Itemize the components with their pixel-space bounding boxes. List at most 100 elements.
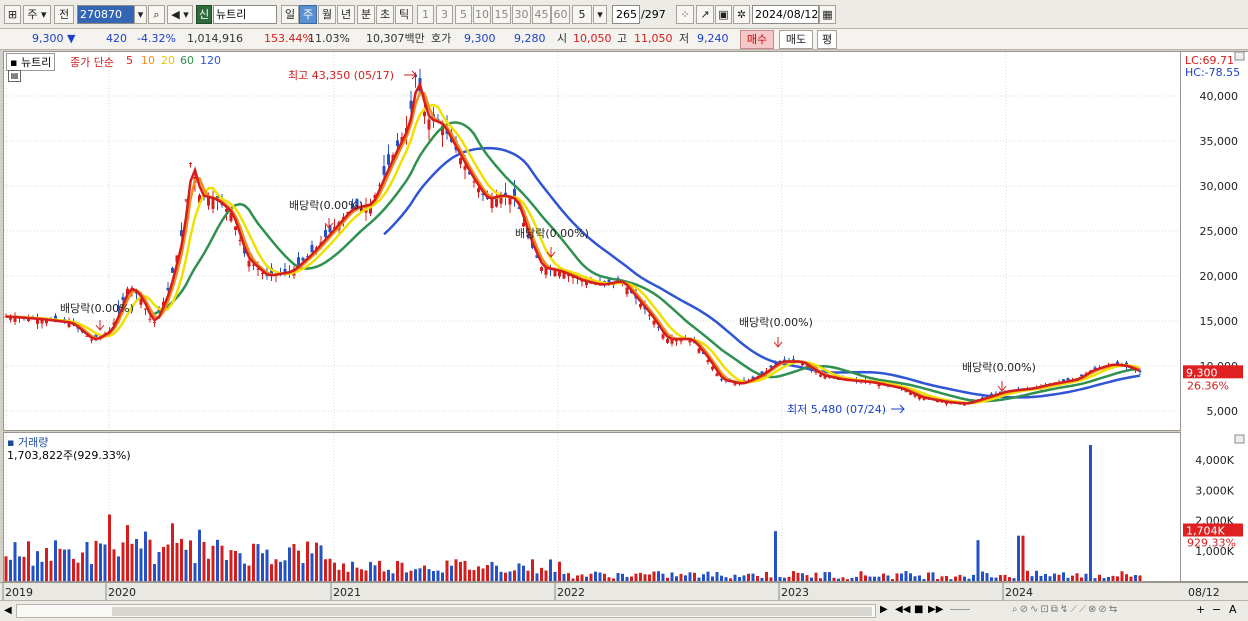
current-pct-tag-text: 26.36%	[1187, 379, 1229, 392]
volume-bar	[225, 559, 228, 581]
scrollbar-thumb[interactable]	[112, 607, 872, 616]
volume-bar	[819, 578, 822, 581]
count-select[interactable]: 5	[572, 5, 592, 24]
table-icon[interactable]: ▤	[8, 70, 21, 82]
volume-bar	[562, 573, 566, 581]
volume-bar	[810, 577, 813, 581]
date-field[interactable]: 2024/08/12	[752, 5, 819, 24]
volume-bar	[189, 540, 192, 581]
dividend-arrow-icon	[997, 381, 1007, 392]
candle-body	[427, 119, 431, 130]
scroll-left-icon[interactable]: ◀	[4, 605, 12, 616]
volume-bar	[778, 577, 782, 581]
volume-bar	[796, 572, 800, 581]
count-current-field[interactable]: 265	[612, 5, 640, 24]
high-annotation: 최고 43,350 (05/17)	[288, 69, 394, 82]
range-slider-icon[interactable]: ⎯⎯⎯⎯	[950, 604, 970, 615]
ma-legend-10: 10	[141, 54, 155, 67]
draw-tool-icon[interactable]: ↗	[696, 5, 714, 24]
code-dropdown-icon[interactable]: ▾	[134, 5, 147, 24]
stop-icon[interactable]: ■	[914, 604, 923, 615]
candle-body	[477, 188, 480, 193]
forward-icon[interactable]: ▶▶	[928, 604, 943, 615]
candle-body	[715, 373, 719, 377]
candle-body	[423, 111, 426, 117]
candle-body	[463, 166, 467, 170]
price-chart[interactable]: 최고 43,350 (05/17) 최저 5,480 (07/24) 배당락(0.0…	[4, 52, 1180, 430]
volume-bar	[783, 577, 786, 581]
eval-button[interactable]: 평	[817, 30, 837, 49]
settings-gear-icon[interactable]: ✲	[733, 5, 750, 24]
period-button-3[interactable]: 년	[337, 5, 355, 24]
buy-button[interactable]: 매수	[740, 30, 774, 49]
interval-button-60[interactable]: 60	[551, 5, 570, 24]
interval-button-1[interactable]: 1	[417, 5, 434, 24]
interval-button-3[interactable]: 3	[436, 5, 453, 24]
volume-bar	[414, 569, 417, 581]
play-icon[interactable]: ▶	[880, 604, 888, 615]
prev-button[interactable]: 전	[54, 5, 74, 24]
layout-icon[interactable]: ⊞	[4, 5, 21, 24]
compare-icon[interactable]: ⁘	[676, 5, 694, 24]
volume-bar	[1098, 574, 1101, 581]
auto-scale-icon[interactable]: A	[1229, 603, 1237, 616]
period-button-2[interactable]: 월	[318, 5, 336, 24]
volume-bar	[1138, 575, 1142, 581]
volume-bar	[495, 565, 498, 581]
search-icon[interactable]: ⌕	[148, 5, 165, 24]
draw-tools-icons[interactable]: ⌕⊘∿⊡⧉↯⟋⟋⊗⊘⇆	[1012, 604, 1119, 615]
period-button-1[interactable]: 주	[299, 5, 317, 24]
interval-button-45[interactable]: 45	[532, 5, 551, 24]
price-tick-label: 40,000	[1200, 90, 1239, 103]
volume-bar	[333, 562, 336, 581]
interval-button-30[interactable]: 30	[512, 5, 531, 24]
change-down-icon: ▼	[67, 32, 76, 45]
volume-bar	[720, 575, 723, 581]
price-tick-label: 20,000	[1200, 270, 1239, 283]
interval-button-10[interactable]: 10	[473, 5, 491, 24]
volume-bar	[490, 561, 494, 581]
volume-tick-label: 3,000K	[1195, 484, 1234, 497]
zoom-in-icon[interactable]: +	[1196, 603, 1205, 616]
current-volume-pct-text: 929.33%	[1187, 537, 1236, 550]
volume-bar	[967, 578, 971, 581]
volume-bar	[985, 573, 989, 581]
volume-bar	[9, 559, 12, 581]
interval-button-15[interactable]: 15	[492, 5, 511, 24]
zoom-out-icon[interactable]: −	[1212, 603, 1221, 616]
price-chart-pane[interactable]: 최고 43,350 (05/17) 최저 5,480 (07/24) 배당락(0.0…	[3, 51, 1181, 431]
save-icon[interactable]: ▣	[715, 5, 732, 24]
volume-bar	[841, 577, 845, 581]
horizontal-scrollbar[interactable]	[16, 604, 876, 618]
stock-name-field[interactable]: 뉴트리	[213, 5, 277, 24]
period-button-5[interactable]: 초	[376, 5, 394, 24]
calendar-icon[interactable]: ▦	[819, 5, 836, 24]
volume-chart[interactable]	[4, 433, 1180, 581]
volume-bar	[180, 538, 183, 581]
volume-bar	[621, 573, 624, 581]
type-select[interactable]: 주 ▾	[23, 5, 51, 24]
volume-chart-pane[interactable]: ▪ 거래량 1,703,822주(929.33%)	[3, 432, 1181, 582]
volume-bar	[837, 578, 840, 581]
ask-price-1: 9,300	[464, 32, 496, 45]
interval-button-5[interactable]: 5	[455, 5, 472, 24]
volume-bar	[522, 565, 525, 581]
volume-bar	[801, 573, 804, 581]
period-button-0[interactable]: 일	[281, 5, 299, 24]
stock-code-input[interactable]: 270870	[77, 5, 135, 24]
candle-body	[697, 348, 701, 353]
sell-button[interactable]: 매도	[779, 30, 813, 49]
volume-bar	[378, 560, 381, 581]
candle-body	[387, 154, 390, 165]
rewind-icon[interactable]: ◀◀	[895, 604, 910, 615]
period-button-4[interactable]: 분	[357, 5, 375, 24]
speaker-icon[interactable]: ◀ ▾	[167, 5, 193, 24]
volume-bar	[526, 570, 530, 581]
candle-body	[661, 334, 665, 339]
period-button-6[interactable]: 틱	[395, 5, 413, 24]
price-change: 420	[106, 32, 127, 45]
count-dropdown-icon[interactable]: ▾	[593, 5, 607, 24]
volume-bar	[544, 570, 548, 581]
date-axis: 2019 2020 2021 2022 2023 2024 08/12	[0, 582, 1248, 601]
volume-bar	[1084, 573, 1088, 581]
